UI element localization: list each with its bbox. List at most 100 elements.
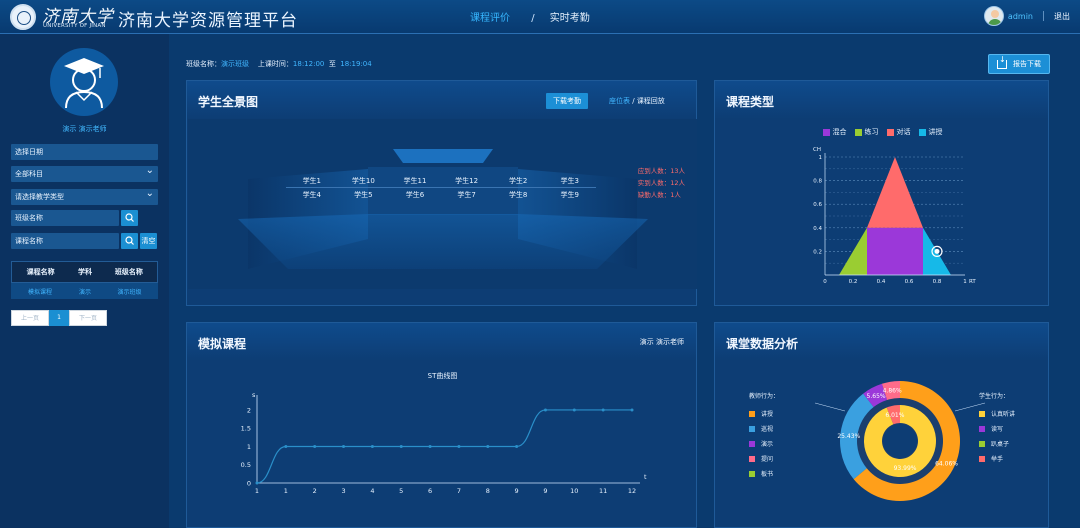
seat[interactable]: 学生4 — [286, 190, 338, 200]
seat[interactable]: 学生5 — [338, 190, 390, 200]
prev-page-button[interactable]: 上一页 — [11, 310, 49, 326]
nav-attendance[interactable]: 实时考勤 — [550, 9, 590, 24]
seat[interactable]: 学生6 — [389, 190, 441, 200]
legend-label: 巡视 — [761, 426, 774, 433]
course-type-title: 课程类型 — [726, 95, 775, 109]
x-axis-label: t — [644, 473, 647, 481]
seat[interactable]: 学生8 — [492, 190, 544, 200]
legend-swatch — [822, 128, 830, 136]
seat[interactable]: 学生3 — [544, 176, 596, 186]
x-tick-label: 3 — [341, 487, 345, 495]
date-picker-input[interactable]: 选择日期 — [11, 144, 158, 160]
simulated-course-panel: 模拟课程 演示 演示老师 ST曲线图 0 0.5 1 1.5 2 s t 1 1 2 3 4 5 6 7 8 9… — [186, 322, 697, 528]
st-data-point — [313, 444, 317, 448]
legend-item[interactable]: 板书 — [749, 466, 779, 481]
user-name[interactable]: admin — [1008, 12, 1033, 21]
download-icon — [997, 55, 1007, 69]
col-class-name: 班级名称 — [114, 268, 143, 276]
st-data-point — [399, 444, 403, 448]
legend-item[interactable]: 提问 — [749, 451, 779, 466]
seat[interactable]: 学生7 — [441, 190, 493, 200]
legend-label: 演示 — [761, 441, 774, 448]
legend-item[interactable]: 练习 — [854, 127, 879, 137]
x-tick-label: 12 — [628, 487, 636, 495]
course-position-dot — [934, 248, 940, 254]
x-tick-label: 0.6 — [905, 279, 914, 285]
seat[interactable]: 学生12 — [441, 176, 493, 186]
panorama-links: 座位表 / 课程回放 — [609, 96, 665, 106]
legend-item[interactable]: 演示 — [749, 436, 779, 451]
legend-item[interactable]: 讲授 — [749, 406, 779, 421]
x-axis-label: RT — [969, 279, 976, 285]
teacher-behavior-legend: 教师行为： 讲授 巡视 演示 提问 板书 — [749, 391, 779, 481]
next-page-button[interactable]: 下一页 — [69, 310, 107, 326]
y-tick-label: 0.5 — [241, 461, 251, 469]
cell-class-name[interactable]: 演示班级 — [101, 287, 158, 296]
report-download-button[interactable]: 报告下载 — [988, 54, 1050, 74]
legend-swatch — [749, 440, 755, 447]
table-row[interactable]: 模拟课程 演示 演示班级 — [11, 283, 158, 299]
legend-label: 练习 — [864, 128, 879, 136]
cell-course-name[interactable]: 模拟课程 — [11, 287, 69, 296]
seat-table-link[interactable]: 座位表 — [609, 97, 630, 105]
x-tick-label: 1 — [284, 487, 288, 495]
teaching-type-select[interactable]: 请选择教学类型 — [11, 186, 158, 205]
seat[interactable]: 学生11 — [389, 176, 441, 186]
y-tick-label: 0.6 — [813, 202, 822, 208]
cell-subject[interactable]: 演示 — [69, 287, 101, 296]
teacher-behavior-title: 教师行为： — [749, 393, 780, 400]
logout-link[interactable]: 退出 — [1054, 11, 1070, 22]
sidebar: 演示 演示老师 选择日期 全部科目 请选择教学类型 班级名称 课程名称 清空 课… — [0, 34, 169, 528]
st-data-point — [457, 444, 461, 448]
panorama-title: 学生全景图 — [198, 95, 259, 109]
university-logo-icon — [10, 4, 36, 30]
class-info-bar: 班级名称：演示班级 上课时间：18:12:00 至 18:19:04 — [186, 59, 372, 69]
user-avatar-icon[interactable] — [983, 6, 1004, 26]
seat[interactable]: 学生9 — [544, 190, 596, 200]
legend-label: 讲授 — [928, 128, 943, 136]
legend-label: 读写 — [991, 426, 1004, 433]
legend-swatch — [749, 470, 755, 477]
class-analysis-panel: 课堂数据分析 教师行为： 讲授 巡视 演示 提问 板书 学生行为： 认真听讲 读… — [714, 322, 1049, 528]
y-tick-label: 0.2 — [813, 249, 822, 255]
rt-ch-chart: 1 0.8 0.6 0.4 0.2 0 0.2 0.4 0.6 0.8 1 CH RT — [813, 147, 976, 285]
x-tick-label: 2 — [313, 487, 317, 495]
x-tick-label: 8 — [486, 487, 490, 495]
panel-header — [187, 323, 696, 361]
x-tick-label: 5 — [399, 487, 403, 495]
legend-swatch — [749, 410, 755, 417]
x-tick-label: 0.2 — [849, 279, 858, 285]
course-type-legend: 混合 练习 对话 讲授 — [715, 127, 1050, 137]
subject-select[interactable]: 全部科目 — [11, 163, 158, 182]
legend-swatch — [886, 128, 894, 136]
classroom-perspective-graphic — [188, 119, 697, 289]
user-divider — [1043, 11, 1044, 21]
legend-item[interactable]: 讲授 — [918, 127, 943, 137]
legend-swatch — [918, 128, 926, 136]
current-page-button[interactable]: 1 — [49, 310, 69, 326]
course-search-button[interactable] — [121, 233, 138, 249]
student-panorama-panel: 学生全景图 下载考勤 座位表 / 课程回放 应到人数：13人 实到人数：12人 … — [186, 80, 697, 306]
course-replay-link[interactable]: 课程回放 — [637, 97, 665, 105]
class-name-input[interactable]: 班级名称 — [11, 210, 119, 226]
st-data-point — [543, 408, 547, 412]
legend-label: 认真听讲 — [991, 411, 1016, 418]
clear-button[interactable]: 清空 — [140, 233, 157, 249]
nav-course-evaluation[interactable]: 课程评价 — [470, 9, 510, 24]
seat[interactable]: 学生10 — [338, 176, 390, 186]
attendance-stats: 应到人数：13人 实到人数：12人 缺勤人数：1人 — [638, 165, 685, 201]
legend-label: 板书 — [761, 471, 774, 478]
class-search-button[interactable] — [121, 210, 138, 226]
legend-item[interactable]: 对话 — [886, 127, 911, 137]
legend-label: 讲授 — [761, 411, 774, 418]
course-teacher-tag: 演示 演示老师 — [639, 338, 684, 346]
search-icon — [125, 213, 134, 222]
seat[interactable]: 学生1 — [286, 176, 338, 186]
region-混合 — [867, 227, 923, 275]
course-name-input[interactable]: 课程名称 — [11, 233, 119, 249]
legend-item[interactable]: 混合 — [822, 127, 847, 137]
download-attendance-button[interactable]: 下载考勤 — [546, 93, 588, 109]
seat[interactable]: 学生2 — [492, 176, 544, 186]
seat-row: 学生4 学生5 学生6 学生7 学生8 学生9 — [286, 188, 596, 202]
legend-item[interactable]: 巡视 — [749, 421, 779, 436]
